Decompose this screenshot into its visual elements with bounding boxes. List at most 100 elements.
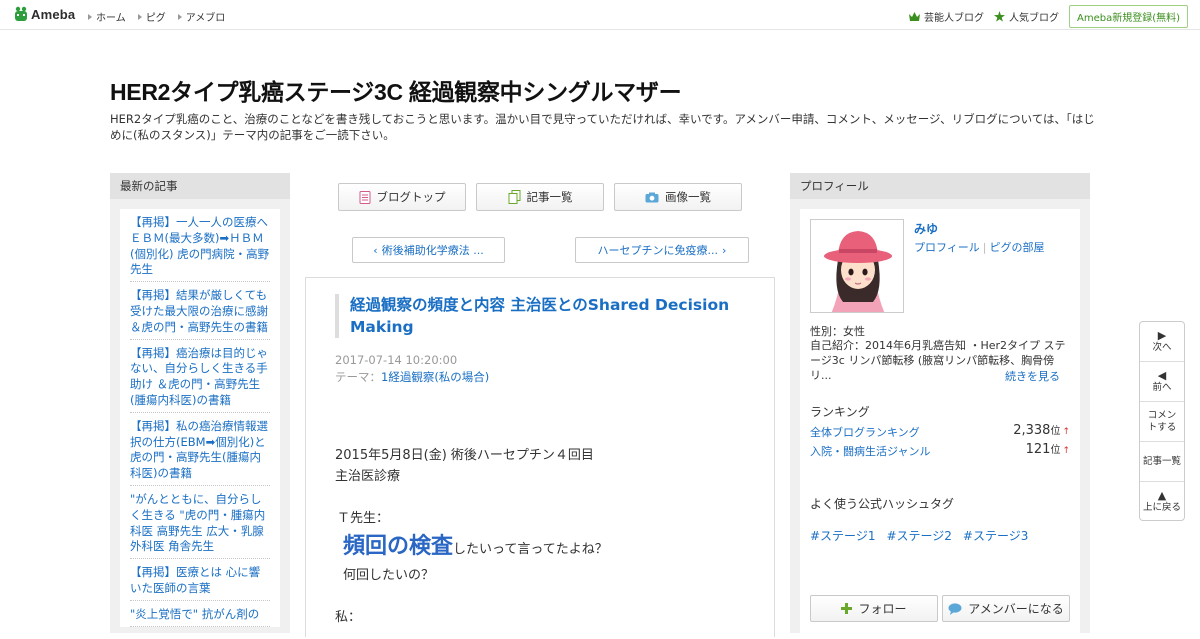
ranking-label-overall[interactable]: 全体ブログランキング	[810, 426, 920, 439]
follow-label: フォロー	[858, 602, 907, 616]
next-article-link[interactable]: ハーセプチンに免疫療... ›	[575, 237, 749, 263]
ranking-row: 全体ブログランキング 2,338位 ↑	[810, 422, 1070, 440]
next-article-label: ハーセプチンに免疫療...	[597, 244, 719, 257]
chevron-left-icon: ‹	[373, 243, 378, 257]
theme-prefix: テーマ：	[335, 370, 381, 384]
plus-icon	[841, 603, 853, 614]
comment-label: コメントする	[1147, 409, 1177, 433]
avatar[interactable]	[810, 219, 904, 313]
body-line: Ｔ先生：	[337, 511, 390, 526]
article-entry: 経過観察の頻度と内容 主治医とのShared Decision Making 2…	[305, 277, 775, 637]
nav-home-label: ホーム	[96, 13, 126, 24]
celebrity-blog-label: 芸能人ブログ	[923, 13, 984, 24]
follow-button[interactable]: フォロー	[810, 595, 938, 622]
rank-unit: 位	[1050, 445, 1061, 456]
profile-link[interactable]: プロフィール	[914, 241, 980, 254]
amember-label: アメンバーになる	[968, 602, 1064, 616]
profile-gender: 性別：女性	[810, 325, 865, 338]
rank-number: 121	[1025, 442, 1051, 457]
blog-title[interactable]: HER2タイプ乳癌ステージ3C 経過観察中シングルマザー	[110, 73, 682, 107]
body-line: 私：	[335, 610, 362, 625]
copy-icon	[508, 190, 520, 204]
body-line: 何回したいの？	[343, 568, 435, 583]
hashtag-list: #ステージ1 #ステージ2 #ステージ3	[810, 527, 1028, 544]
hashtag-link[interactable]: #ステージ3	[963, 527, 1028, 544]
back-to-top-label: 上に戻る	[1142, 502, 1181, 513]
prev-label: 前へ	[1152, 381, 1172, 393]
logo-text: Ameba	[31, 7, 76, 22]
play-icon: ▶	[1157, 328, 1167, 342]
rank-up-icon: ↑	[1062, 427, 1070, 437]
blog-top-button[interactable]: ブログトップ	[338, 183, 466, 211]
celebrity-blog-link[interactable]: 芸能人ブログ	[908, 9, 984, 24]
hashtag-link[interactable]: #ステージ1	[810, 527, 875, 544]
profile-name[interactable]: みゆ	[914, 220, 938, 237]
theme-link[interactable]: 1経過観察(私の場合)	[381, 370, 489, 384]
article-list-label: 記事一覧	[526, 190, 573, 204]
blog-description: HER2タイプ乳癌のこと、治療のことなどを書き残しておこうと思います。温かい目で…	[110, 112, 1095, 142]
recent-article-item[interactable]: "がんとともに、自分らしく生きる "虎の門・腫瘍内科医 高野先生 広大・乳腺外科…	[130, 486, 270, 560]
ranking-label-genre[interactable]: 入院・闘病生活ジャンル	[810, 445, 930, 458]
nav-pig-label: ピグ	[145, 13, 166, 24]
article-list-side-button[interactable]: 記事一覧	[1140, 442, 1184, 482]
prev-button[interactable]: ◀ 前へ	[1140, 362, 1184, 402]
image-list-label: 画像一覧	[665, 190, 711, 204]
nav-ameblo[interactable]: アメブロ	[177, 9, 226, 24]
recent-article-item[interactable]: 【再掲】結果が厳しくても受けた最大限の治療に感謝 ＆虎の門・高野先生の書籍	[130, 282, 270, 340]
back-to-top-button[interactable]: ▲ 上に戻る	[1140, 482, 1184, 522]
profile-box: みゆ プロフィール | ピグの部屋 性別：女性 自己紹介：2014年6月乳癌告知 ・…	[800, 209, 1080, 639]
arrow-right-icon	[177, 13, 182, 20]
ameba-logo[interactable]: Ameba	[14, 6, 75, 23]
link-separator: |	[982, 241, 987, 254]
hashtag-heading: よく使う公式ハッシュタグ	[810, 497, 955, 511]
amember-button[interactable]: アメンバーになる	[942, 595, 1070, 622]
prev-article-link[interactable]: ‹ 術後補助化学療法 ...	[352, 237, 505, 263]
ranking-value: 2,338位 ↑	[1013, 422, 1070, 438]
rank-unit: 位	[1050, 426, 1061, 437]
recent-article-item[interactable]: 【再掲】癌治療は目的じゃない、自分らしく生きる手助け ＆虎の門・高野先生(腫瘍内…	[130, 340, 270, 413]
star-icon	[993, 11, 1005, 22]
profile-links: プロフィール | ピグの部屋	[914, 239, 1045, 255]
body-line: 主治医診療	[335, 469, 401, 484]
article-theme: テーマ：1経過観察(私の場合)	[335, 369, 489, 385]
article-date: 2017-07-14 10:20:00	[335, 353, 458, 367]
read-more-link[interactable]: 続きを見る	[1005, 368, 1060, 384]
article-list-side-label: 記事一覧	[1142, 455, 1181, 467]
arrow-right-icon	[137, 13, 142, 20]
top-bar: Ameba ホーム ピグ アメブロ 芸能人ブログ 人気ブログ Ameba新規登録…	[0, 0, 1200, 30]
crown-icon	[908, 12, 920, 21]
recent-article-item[interactable]: "炎上覚悟で" 抗がん剤の	[130, 601, 270, 627]
next-button[interactable]: ▶ 次へ	[1140, 322, 1184, 362]
nav-ameblo-label: アメブロ	[185, 13, 226, 24]
nav-pig[interactable]: ピグ	[137, 9, 166, 24]
recent-article-item[interactable]: 【再掲】一人一人の医療へ ＥＢＭ(最大多数)➡ＨＢＭ(個別化) 虎の門病院・高野…	[130, 209, 270, 283]
blog-top-label: ブログトップ	[376, 190, 446, 204]
recent-articles-heading: 最新の記事	[110, 173, 290, 199]
comment-button[interactable]: コメントする	[1140, 402, 1184, 442]
rank-number: 2,338	[1013, 423, 1051, 438]
popular-blog-label: 人気ブログ	[1008, 13, 1059, 24]
hashtag-link[interactable]: #ステージ2	[886, 527, 951, 544]
back-icon: ◀	[1157, 368, 1167, 382]
signup-button[interactable]: Ameba新規登録(無料)	[1068, 5, 1188, 28]
article-title[interactable]: 経過観察の頻度と内容 主治医とのShared Decision Making	[335, 294, 745, 338]
body-line: 2015年5月8日(金) 術後ハーセプチン４回目	[335, 448, 594, 463]
recent-articles-list: 【再掲】一人一人の医療へ ＥＢＭ(最大多数)➡ＨＢＭ(個別化) 虎の門病院・高野…	[120, 209, 280, 627]
popular-blog-link[interactable]: 人気ブログ	[993, 9, 1059, 24]
top-right-links: 芸能人ブログ 人気ブログ Ameba新規登録(無料)	[908, 5, 1188, 28]
prev-article-label: 術後補助化学療法 ...	[381, 244, 484, 257]
document-icon	[359, 190, 370, 204]
recent-article-item[interactable]: 【再掲】医療とは 心に響いた医師の言葉	[130, 559, 270, 601]
rank-up-icon: ↑	[1062, 446, 1070, 456]
nav-home[interactable]: ホーム	[88, 9, 126, 24]
image-list-button[interactable]: 画像一覧	[614, 183, 742, 211]
recent-article-item[interactable]: 【再掲】私の癌治療情報選択の仕方(EBM➡個別化)と虎の門・高野先生(腫瘍内科医…	[130, 413, 270, 486]
pig-room-link[interactable]: ピグの部屋	[990, 241, 1045, 254]
top-nav: ホーム ピグ アメブロ	[88, 9, 225, 24]
ranking-heading: ランキング	[810, 405, 870, 419]
emphasis-text: 頻回の検査	[343, 534, 454, 559]
body-text: したいって言ってたよね？	[453, 542, 608, 557]
ranking-value: 121位 ↑	[1026, 441, 1070, 457]
article-list-button[interactable]: 記事一覧	[476, 183, 604, 211]
triangle-up-icon: ▲	[1157, 489, 1167, 502]
